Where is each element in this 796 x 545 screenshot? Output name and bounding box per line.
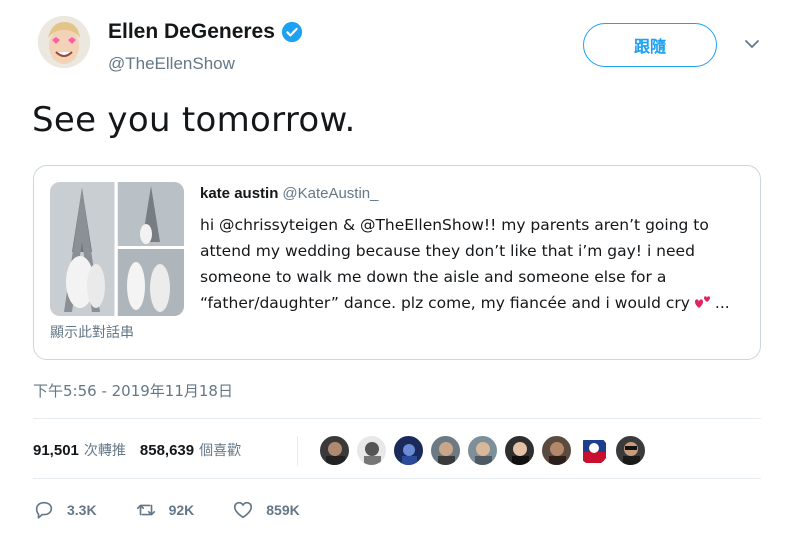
retweet-icon	[136, 504, 155, 516]
liker-avatar[interactable]	[430, 435, 461, 466]
follow-button[interactable]: 跟隨	[583, 23, 717, 67]
tweet-header: Ellen DeGeneres @TheEllenShow 跟隨	[38, 14, 768, 76]
quoted-tweet-text: hi @chrissyteigen & @TheEllenShow!! my p…	[200, 212, 740, 316]
quoted-text-line: “father/daughter” dance. plz come, my fi…	[200, 294, 690, 312]
quoted-author-name[interactable]: kate austin	[200, 185, 278, 202]
author-avatar[interactable]	[38, 16, 90, 68]
liker-avatar[interactable]	[356, 435, 387, 466]
like-count: 859K	[266, 502, 300, 518]
tweet-actions: 3.3K 92K 859K	[33, 495, 338, 525]
divider	[33, 478, 761, 479]
liker-avatar[interactable]	[541, 435, 572, 466]
heart-icon	[234, 501, 253, 519]
quoted-tweet[interactable]: 顯示此對話串 kate austin @KateAustin_ hi @chris…	[33, 165, 761, 360]
likes-count: 858,639	[139, 442, 195, 459]
verified-badge-icon	[281, 21, 303, 43]
retweets-count: 91,501	[33, 442, 79, 459]
divider	[33, 418, 761, 419]
likes-stat[interactable]: 858,639 個喜歡	[140, 440, 241, 460]
tweet-text: See you tomorrow.	[32, 100, 356, 140]
quoted-text-ellipsis: ...	[714, 294, 730, 312]
stats-separator	[297, 436, 298, 466]
two-hearts-icon	[694, 295, 710, 308]
like-button[interactable]: 859K	[232, 499, 300, 521]
quoted-author-handle[interactable]: @KateAustin_	[282, 185, 378, 202]
tweet-stats: 91,501 次轉推 858,639 個喜歡	[33, 430, 646, 470]
author-name[interactable]: Ellen DeGeneres	[108, 20, 275, 44]
retweet-count: 92K	[168, 502, 195, 518]
retweets-stat[interactable]: 91,501 次轉推	[33, 440, 126, 460]
likes-label: 個喜歡	[199, 443, 242, 459]
liker-avatar[interactable]	[615, 435, 646, 466]
liker-avatar[interactable]	[504, 435, 535, 466]
tweet-timestamp[interactable]: 下午5:56 - 2019年11月18日	[33, 380, 233, 401]
reply-icon	[35, 501, 53, 519]
reply-button[interactable]: 3.3K	[33, 499, 97, 521]
quoted-author: kate austin @KateAustin_	[200, 185, 379, 202]
liker-avatar[interactable]	[578, 435, 609, 466]
quoted-text-line: hi @chrissyteigen & @TheEllenShow!! my p…	[200, 216, 709, 234]
quoted-text-line: someone to walk me down the aisle and so…	[200, 268, 667, 286]
author-name-row: Ellen DeGeneres	[108, 20, 303, 44]
show-thread-link[interactable]: 顯示此對話串	[50, 322, 134, 342]
author-handle[interactable]: @TheEllenShow	[108, 54, 235, 74]
quoted-text-line: attend my wedding because they don’t lik…	[200, 242, 695, 260]
liker-avatar[interactable]	[467, 435, 498, 466]
chevron-down-icon[interactable]	[744, 36, 760, 52]
retweet-button[interactable]: 92K	[135, 499, 195, 521]
quoted-media-thumbnail[interactable]	[50, 182, 184, 316]
liker-avatar[interactable]	[393, 435, 424, 466]
liker-avatars	[319, 435, 652, 466]
liker-avatar[interactable]	[319, 435, 350, 466]
reply-count: 3.3K	[67, 502, 97, 518]
retweets-label: 次轉推	[83, 443, 126, 459]
quoted-text-line-last: “father/daughter” dance. plz come, my fi…	[200, 290, 740, 316]
